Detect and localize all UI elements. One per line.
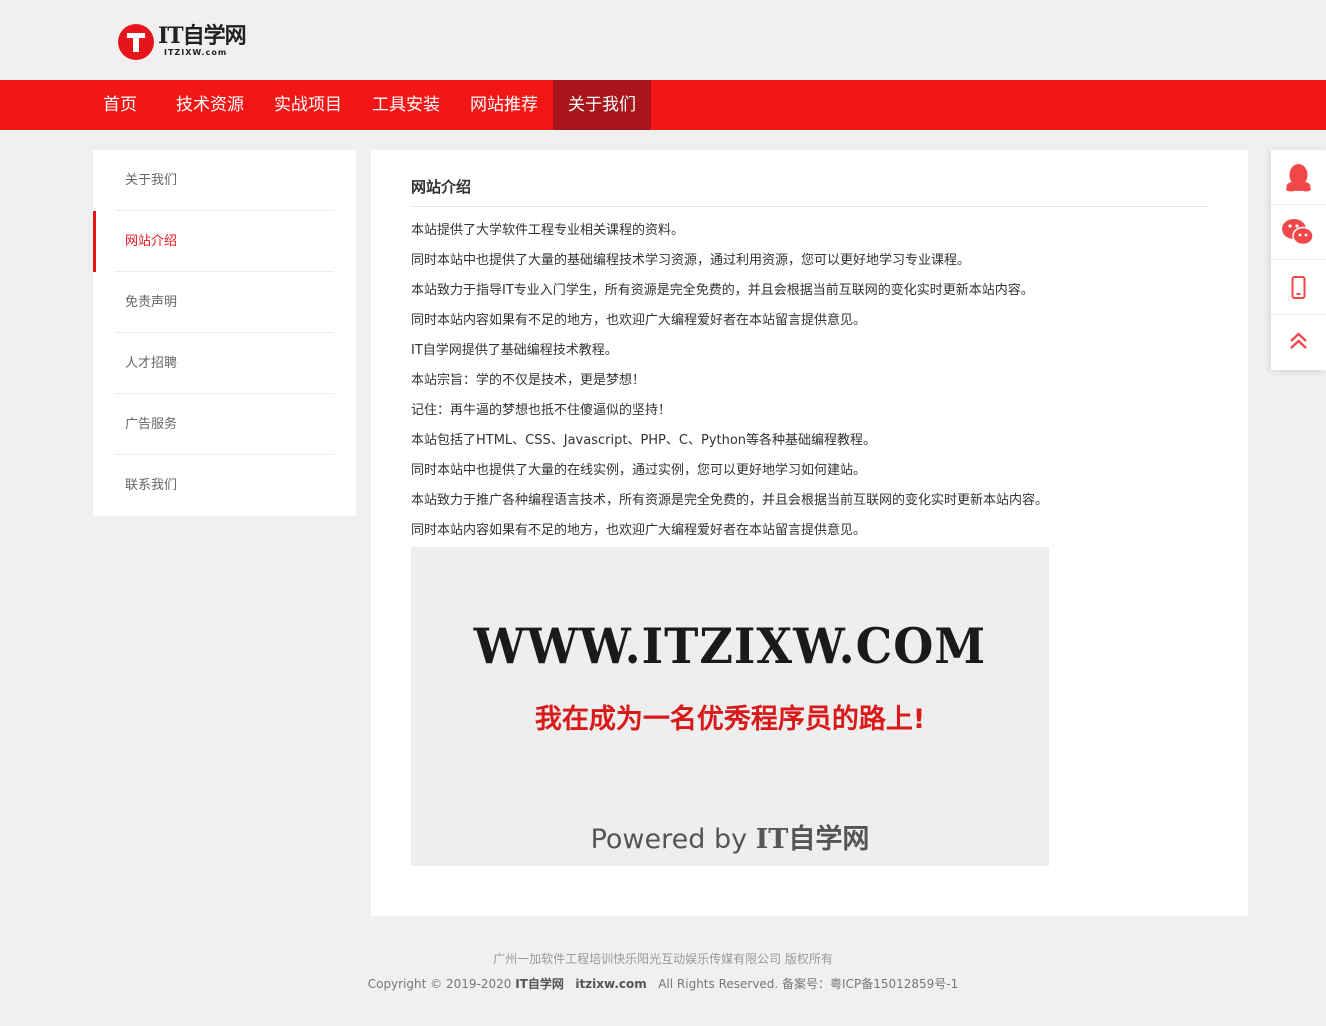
nav-item-tech-resources[interactable]: 技术资源 <box>161 80 259 130</box>
logo-name: IT自学网 <box>158 23 247 49</box>
sidebar-item-jobs[interactable]: 人才招聘 <box>93 333 356 394</box>
footer-copyright: Copyright © 2019-2020 IT自学网 itzixw.com A… <box>0 975 1326 992</box>
page-title: 网站介绍 <box>411 178 472 196</box>
site-header: IT自学网 ITZIXW.com <box>0 0 1326 80</box>
sidebar-item-label: 人才招聘 <box>125 356 178 371</box>
nav-item-tools[interactable]: 工具安装 <box>357 80 455 130</box>
nav-item-about[interactable]: 关于我们 <box>553 80 651 130</box>
banner-powered-by: Powered by IT自学网 <box>411 817 1049 856</box>
main-nav: 首页 技术资源 实战项目 工具安装 网站推荐 关于我们 <box>0 80 1326 130</box>
mobile-button[interactable] <box>1271 260 1326 315</box>
footer-company: 广州一加软件工程培训快乐阳光互动娱乐传媒有限公司 版权所有 <box>493 952 833 966</box>
wechat-icon <box>1282 219 1314 246</box>
nav-item-sites[interactable]: 网站推荐 <box>455 80 553 130</box>
sidebar-item-label: 网站介绍 <box>125 234 178 249</box>
wechat-button[interactable] <box>1271 205 1326 260</box>
banner-url: WWW.ITZIXW.COM <box>473 617 987 675</box>
sidebar-item-label: 关于我们 <box>125 173 178 188</box>
nav-item-home[interactable]: 首页 <box>93 80 147 130</box>
paragraph: 本站致力于指导IT专业入门学生，所有资源是完全免费的，并且会根据当前互联网的变化… <box>411 283 1034 298</box>
nav-item-projects[interactable]: 实战项目 <box>259 80 357 130</box>
paragraph: 同时本站内容如果有不足的地方，也欢迎广大编程爱好者在本站留言提供意见。 <box>411 313 867 328</box>
paragraph: 同时本站中也提供了大量的在线实例，通过实例，您可以更好地学习如何建站。 <box>411 463 867 478</box>
paragraph: 本站致力于推广各种编程语言技术，所有资源是完全免费的，并且会根据当前互联网的变化… <box>411 493 1049 508</box>
paragraph: 本站宗旨：学的不仅是技术，更是梦想！ <box>411 373 646 388</box>
qq-button[interactable] <box>1271 150 1326 205</box>
sidebar-item-contact[interactable]: 联系我们 <box>93 455 356 516</box>
paragraph: IT自学网提供了基础编程技术教程。 <box>411 343 618 358</box>
site-banner-image: WWW.ITZIXW.COM 我在成为一名优秀程序员的路上! Powered b… <box>411 547 1049 866</box>
floating-toolbar <box>1271 150 1326 370</box>
powered-prefix: Powered by <box>590 824 748 855</box>
powered-brand: IT自学网 <box>755 824 870 855</box>
paragraph: 同时本站中也提供了大量的基础编程技术学习资源，通过利用资源，您可以更好地学习专业… <box>411 253 971 268</box>
paragraph: 同时本站内容如果有不足的地方，也欢迎广大编程爱好者在本站留言提供意见。 <box>411 523 867 538</box>
sidebar-item-label: 免责声明 <box>125 295 178 310</box>
site-logo[interactable]: IT自学网 ITZIXW.com <box>118 22 248 60</box>
paragraph: 本站包括了HTML、CSS、Javascript、PHP、C、Python等各种… <box>411 433 877 448</box>
sidebar-item-label: 广告服务 <box>125 417 178 432</box>
footer-brand-link[interactable]: IT自学网 <box>515 977 564 991</box>
back-to-top-icon <box>1290 332 1307 349</box>
sidebar-item-about[interactable]: 关于我们 <box>93 150 356 211</box>
sidebar-item-label: 联系我们 <box>125 478 178 493</box>
footer-domain-link[interactable]: itzixw.com <box>575 977 646 991</box>
active-indicator <box>93 211 96 272</box>
back-to-top-button[interactable] <box>1271 315 1326 370</box>
sidebar: 关于我们 网站介绍 免责声明 人才招聘 广告服务 联系我们 <box>93 150 356 516</box>
divider <box>411 206 1208 207</box>
logo-t-icon <box>118 24 154 60</box>
banner-slogan: 我在成为一名优秀程序员的路上! <box>534 704 926 735</box>
paragraph: 记住：再牛逼的梦想也抵不住傻逼似的坚持！ <box>411 403 672 418</box>
sidebar-item-intro[interactable]: 网站介绍 <box>93 211 356 272</box>
paragraph: 本站提供了大学软件工程专业相关课程的资料。 <box>411 223 685 238</box>
sidebar-item-ads[interactable]: 广告服务 <box>93 394 356 455</box>
qq-icon <box>1286 164 1311 192</box>
main-content: 网站介绍 本站提供了大学软件工程专业相关课程的资料。 同时本站中也提供了大量的基… <box>371 150 1248 916</box>
rights-text: All Rights Reserved. 备案号：粤ICP备15012859号-… <box>658 977 959 991</box>
logo-domain: ITZIXW.com <box>164 48 228 57</box>
copyright-text: Copyright © 2019-2020 <box>367 977 512 991</box>
sidebar-item-disclaimer[interactable]: 免责声明 <box>93 272 356 333</box>
mobile-icon <box>1291 276 1306 299</box>
